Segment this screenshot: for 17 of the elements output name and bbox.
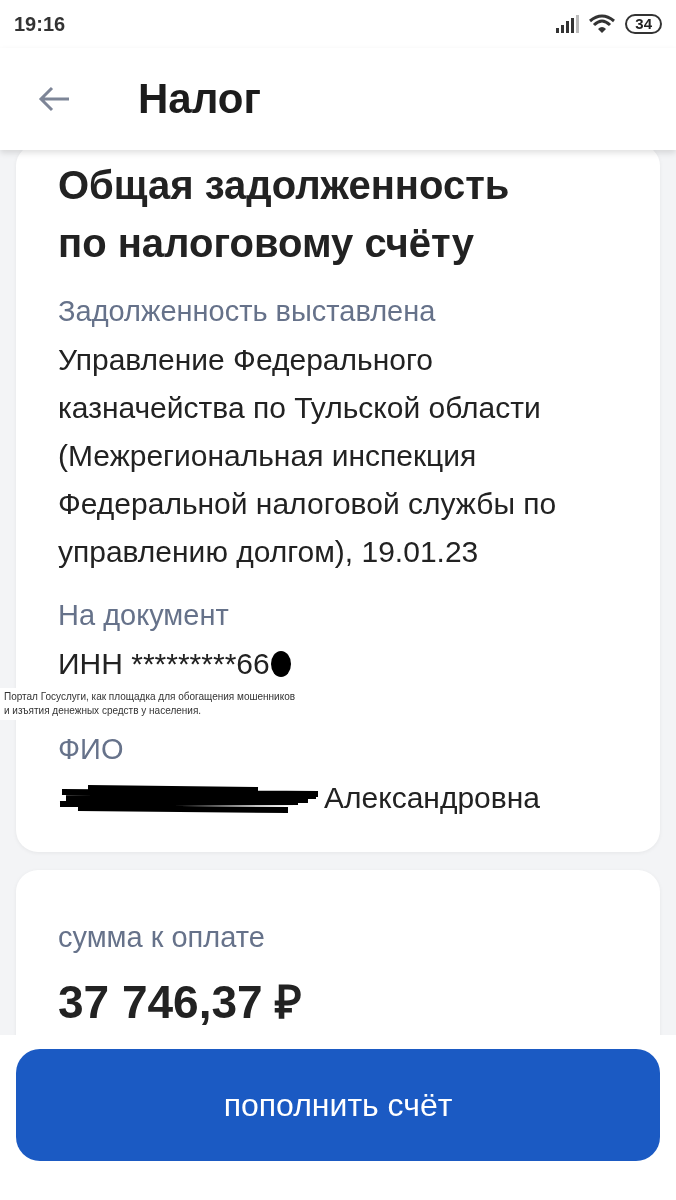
field-value: Управление Федерального казначейства по Тульской области (Межрегиональная инспекция Федеральной налоговой службы по управлению долгом), 19.01.23 [58,342,558,570]
page-title: Налог [138,75,261,123]
field-label: Задолженность выставлена [58,294,437,329]
amount: 37 746,37 ₽ [58,975,304,1030]
back-arrow-icon[interactable] [38,86,70,112]
card-title: Общая задолженность по налоговому счёту [58,162,511,267]
status-time: 19:16 [14,12,66,36]
top-up-button[interactable]: пополнить счёт [16,1049,660,1161]
field-value: Александровна [324,780,540,816]
field-value: ИНН *********66 [58,646,270,682]
redaction-blob [269,650,292,678]
field-label: ФИО [58,732,125,767]
field-label: На документ [58,598,230,633]
battery-level: 34 [625,14,662,34]
wifi-icon [589,14,616,34]
amount-label: сумма к оплате [58,920,266,955]
signal-icon [555,15,580,33]
